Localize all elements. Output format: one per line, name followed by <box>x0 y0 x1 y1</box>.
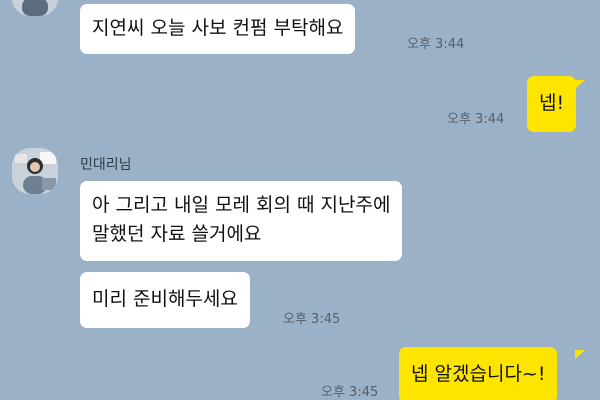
message-timestamp: 오후 3:44 <box>407 37 465 52</box>
sender-name: 민대리님 <box>80 157 132 173</box>
sender-avatar[interactable] <box>12 0 58 16</box>
bubble-tail <box>575 350 585 359</box>
message-timestamp: 오후 3:44 <box>447 112 505 127</box>
chat-room[interactable]: 지연씨 오늘 사보 컨펌 부탁해요 오후 3:44 오후 3:44 넵! 민대리… <box>0 0 600 400</box>
incoming-message-bubble[interactable]: 아 그리고 내일 모레 회의 때 지난주에 말했던 자료 쓸거에요 <box>80 181 403 261</box>
bubble-tail <box>575 80 585 89</box>
message-timestamp: 오후 3:45 <box>283 312 341 327</box>
sender-avatar[interactable] <box>12 148 58 194</box>
outgoing-message-bubble[interactable]: 넵! <box>527 76 577 132</box>
person-avatar-icon <box>12 0 58 16</box>
incoming-message-bubble[interactable]: 미리 준비해두세요 <box>80 272 250 328</box>
message-timestamp: 오후 3:45 <box>321 385 379 400</box>
outgoing-message-bubble[interactable]: 넵 알겠습니다~! <box>399 347 558 400</box>
incoming-message-bubble[interactable]: 지연씨 오늘 사보 컨펌 부탁해요 <box>80 4 356 54</box>
person-avatar-icon <box>12 148 58 194</box>
